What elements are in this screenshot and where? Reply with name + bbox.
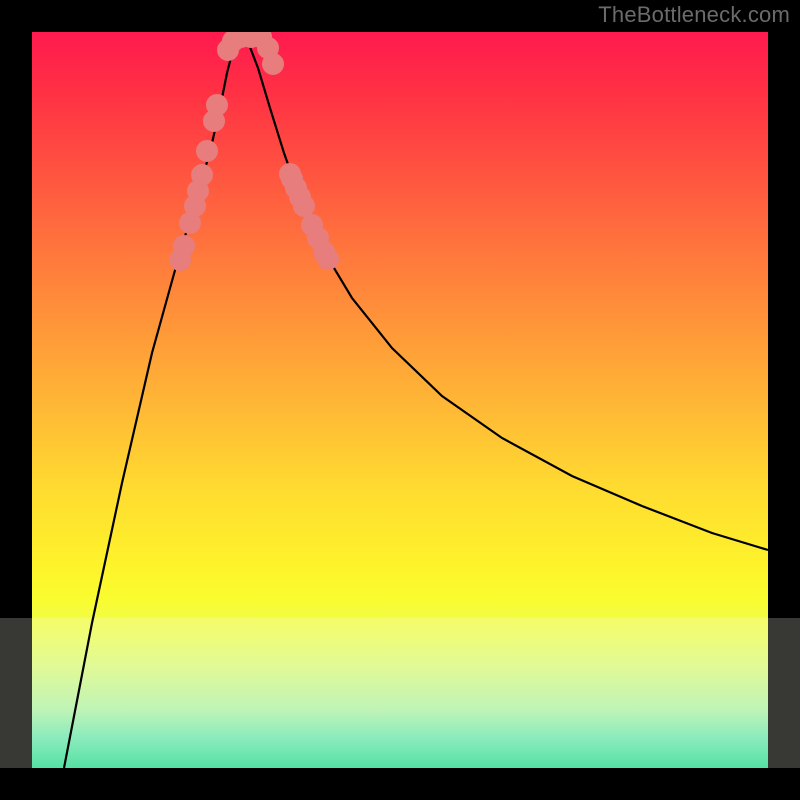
- outer-frame: TheBottleneck.com: [0, 0, 800, 800]
- watermark-text: TheBottleneck.com: [598, 2, 790, 28]
- plot-area: [32, 32, 768, 768]
